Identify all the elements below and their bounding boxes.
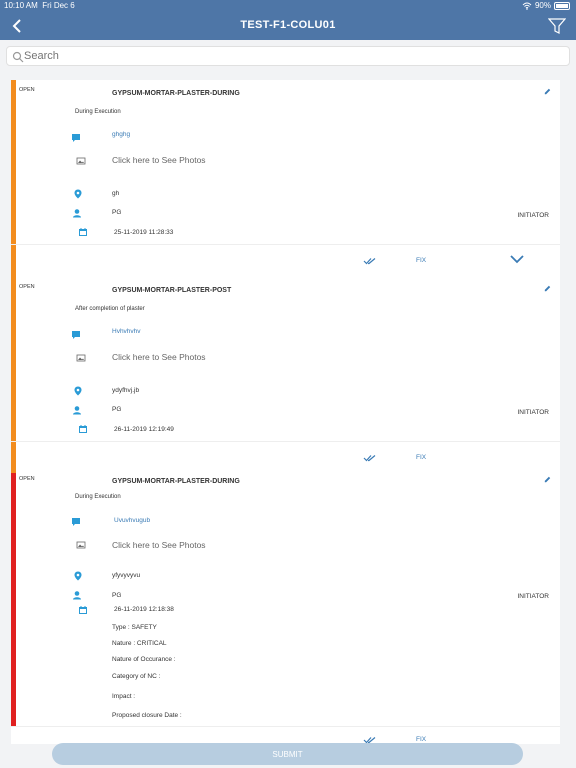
double-check-icon[interactable] xyxy=(363,453,377,463)
comment-text: Hvhvhvhv xyxy=(112,328,141,335)
card-title: GYPSUM-MORTAR-PLASTER-DURING xyxy=(112,478,240,485)
snag-card[interactable]: OPEN GYPSUM-MORTAR-PLASTER-DURING During… xyxy=(11,80,560,278)
calendar-icon xyxy=(79,228,87,236)
date-text: 26-11-2019 12:18:38 xyxy=(114,606,174,613)
stage-label: During Execution xyxy=(75,494,121,500)
status-right: 90% xyxy=(522,1,570,10)
chevron-down-icon[interactable] xyxy=(510,254,524,264)
detail-type: Type : SAFETY xyxy=(112,624,157,631)
battery-icon xyxy=(554,1,570,10)
status-badge: OPEN xyxy=(19,476,35,482)
role-label: INITIATOR xyxy=(517,409,549,416)
calendar-icon xyxy=(79,606,87,614)
date-text: 26-11-2019 12:19:49 xyxy=(114,426,174,433)
filter-icon[interactable] xyxy=(548,16,566,36)
comment-icon xyxy=(72,331,80,339)
wifi-icon xyxy=(522,2,532,10)
calendar-icon xyxy=(79,425,87,433)
card-title: GYPSUM-MORTAR-PLASTER-POST xyxy=(112,287,232,294)
user-icon xyxy=(73,406,81,415)
status-bar: 10:10 AM Fri Dec 6 90% xyxy=(0,0,576,12)
snag-card[interactable]: OPEN GYPSUM-MORTAR-PLASTER-DURING During… xyxy=(11,473,560,744)
user-icon xyxy=(73,209,81,218)
location-text: gh xyxy=(112,190,120,197)
detail-impact: Impact : xyxy=(112,693,136,700)
search-icon xyxy=(12,51,24,63)
stage-label: After completion of plaster xyxy=(75,306,145,312)
image-icon xyxy=(76,541,86,549)
status-badge: OPEN xyxy=(19,87,35,93)
search-bar xyxy=(6,46,570,66)
double-check-icon[interactable] xyxy=(363,256,377,266)
comment-text: ghghg xyxy=(112,131,131,138)
detail-closure-date: Proposed closure Date : xyxy=(112,712,182,719)
pencil-icon[interactable] xyxy=(543,475,552,484)
comment-text: Uvuvhvugub xyxy=(114,517,151,524)
location-pin-icon xyxy=(74,189,82,199)
battery-percent: 90% xyxy=(534,1,551,10)
pencil-icon[interactable] xyxy=(543,284,552,293)
location-pin-icon xyxy=(74,386,82,396)
fix-button[interactable]: FIX xyxy=(416,257,426,264)
see-photos-link[interactable]: Click here to See Photos xyxy=(112,540,206,550)
comment-icon xyxy=(72,518,80,526)
see-photos-link[interactable]: Click here to See Photos xyxy=(112,352,206,362)
card-actions: FIX xyxy=(11,726,560,744)
card-title: GYPSUM-MORTAR-PLASTER-DURING xyxy=(112,90,240,97)
snag-card[interactable]: OPEN GYPSUM-MORTAR-PLASTER-POST After co… xyxy=(11,277,560,474)
date-text: 25-11-2019 11:28:33 xyxy=(114,229,174,236)
user-text: PG xyxy=(112,209,122,216)
user-text: PG xyxy=(112,592,122,599)
fix-button[interactable]: FIX xyxy=(416,454,426,461)
see-photos-link[interactable]: Click here to See Photos xyxy=(112,155,206,165)
location-pin-icon xyxy=(74,571,82,581)
role-label: INITIATOR xyxy=(517,593,549,600)
image-icon xyxy=(76,157,86,165)
role-label: INITIATOR xyxy=(517,212,549,219)
status-color-bar xyxy=(11,473,16,726)
card-actions: FIX xyxy=(11,244,560,278)
fix-button[interactable]: FIX xyxy=(416,736,426,743)
detail-nature: Nature : CRITICAL xyxy=(112,640,167,647)
stage-label: During Execution xyxy=(75,109,121,115)
user-icon xyxy=(73,591,81,600)
submit-button[interactable]: SUBMIT xyxy=(52,743,523,765)
location-text: ydyfhvj.jb xyxy=(112,387,140,394)
location-text: yfyvyvyvu xyxy=(112,572,141,579)
user-text: PG xyxy=(112,406,122,413)
image-icon xyxy=(76,354,86,362)
card-actions: FIX xyxy=(11,441,560,475)
page-title: TEST-F1-COLU01 xyxy=(240,19,336,31)
status-badge: OPEN xyxy=(19,284,35,290)
comment-icon xyxy=(72,134,80,142)
detail-category: Category of NC : xyxy=(112,673,161,680)
pencil-icon[interactable] xyxy=(543,87,552,96)
detail-occurance: Nature of Occurance : xyxy=(112,656,176,663)
status-time: 10:10 AM Fri Dec 6 xyxy=(4,1,75,10)
search-input[interactable] xyxy=(24,48,564,64)
nav-bar: TEST-F1-COLU01 xyxy=(0,12,576,40)
